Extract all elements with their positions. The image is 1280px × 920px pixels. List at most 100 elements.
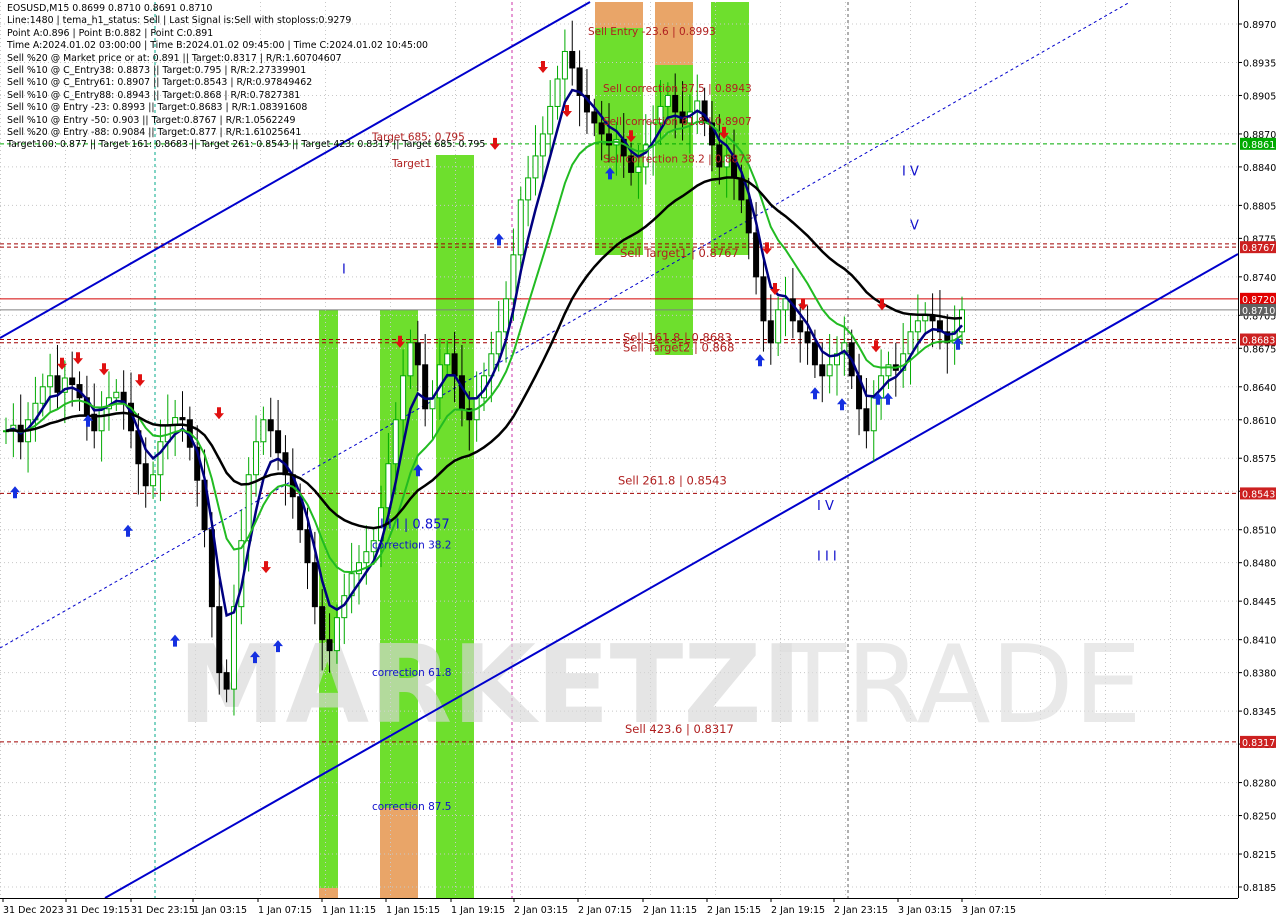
info-line: EOSUSD,M15 0.8699 0.8710 0.8691 0.8710: [7, 3, 213, 14]
y-tick-label: 0.8640: [1243, 383, 1276, 394]
green-zone: [711, 2, 749, 255]
y-tick-label: 0.8215: [1243, 850, 1276, 861]
x-tick-label: 2 Jan 07:15: [578, 905, 632, 916]
x-tick-label: 1 Jan 11:15: [322, 905, 376, 916]
zone-label: Sell correction 61.8 | 0.8907: [603, 116, 752, 128]
zone-label: correction 61.8: [372, 667, 451, 679]
candle-body: [863, 408, 870, 432]
candle-body: [495, 331, 502, 355]
candle-body: [444, 353, 451, 366]
candle-body: [525, 177, 532, 201]
candle-body: [436, 364, 443, 399]
y-tick-label: 0.8935: [1243, 58, 1276, 69]
candle-body: [451, 353, 458, 377]
up-arrow-icon: [810, 387, 820, 400]
ema-fast-line: [5, 88, 963, 618]
candle-body: [635, 166, 642, 173]
ema-long-line: [5, 176, 963, 530]
candle-body: [39, 386, 46, 404]
level-label: Sell 161.8 | 0.8683: [623, 331, 732, 345]
y-tick-label: 0.8410: [1243, 636, 1276, 647]
up-arrow-icon: [10, 486, 20, 499]
down-arrow-icon: [73, 352, 83, 365]
candle-body: [414, 342, 421, 366]
zone-label: correction 38.2: [372, 539, 451, 551]
y-tick-label: 0.8380: [1243, 669, 1276, 680]
candle-body: [532, 155, 539, 179]
info-line: Sell %10 @ C_Entry88: 0.8943 || Target:0…: [7, 89, 301, 101]
wave-label: I I I | 0.857: [380, 518, 450, 533]
y-tick-label: 0.8480: [1243, 559, 1276, 570]
wave-label: V: [910, 219, 919, 234]
candle-body: [569, 50, 576, 69]
candle-body: [819, 364, 826, 377]
candle-body: [407, 342, 414, 377]
info-line: Sell %10 @ Entry -50: 0.903 || Target:0.…: [7, 114, 296, 126]
y-tick-label: 0.8510: [1243, 526, 1276, 537]
down-arrow-icon: [490, 137, 500, 150]
y-tick-label: 0.8970: [1243, 20, 1276, 31]
candle-body: [672, 94, 679, 113]
candle-body: [539, 133, 546, 157]
candle-body: [113, 391, 120, 399]
moving-averages: [5, 88, 963, 618]
candle-body: [260, 419, 267, 443]
down-arrow-icon: [538, 60, 548, 73]
up-arrow-icon: [883, 392, 893, 405]
candle-body: [804, 331, 811, 344]
info-line: Time A:2024.01.02 03:00:00 | Time B:2024…: [7, 40, 428, 52]
info-line: Sell %10 @ C_Entry61: 0.8907 || Target:0…: [7, 77, 313, 89]
price-badge-label: 0.8710: [1242, 306, 1275, 317]
x-tick-label: 1 Jan 15:15: [386, 905, 440, 916]
candle-body: [554, 78, 561, 107]
x-tick-label: 2 Jan 11:15: [643, 905, 697, 916]
candle-body: [870, 397, 877, 432]
level-label: Sell 423.6 | 0.8317: [625, 722, 734, 736]
level-label: Sell Target1 | 0.8767: [620, 246, 739, 260]
candle-body: [157, 441, 164, 476]
candle-body: [797, 320, 804, 333]
down-arrow-icon: [214, 407, 224, 420]
info-line: Point A:0.896 | Point B:0.882 | Point C:…: [7, 27, 214, 39]
x-tick-label: 2 Jan 23:15: [834, 905, 888, 916]
wave-label: I I I: [817, 549, 837, 564]
candle-body: [811, 342, 818, 366]
candle-body: [385, 463, 392, 509]
candle-body: [400, 375, 407, 421]
candle-body: [275, 430, 282, 454]
candle-body: [591, 111, 598, 124]
y-tick-label: 0.8345: [1243, 707, 1276, 718]
candle-body: [922, 314, 929, 322]
down-arrow-icon: [135, 374, 145, 387]
y-tick-label: 0.8280: [1243, 779, 1276, 790]
candle-body: [606, 133, 613, 146]
up-arrow-icon: [123, 524, 133, 537]
candle-body: [267, 419, 274, 432]
x-tick-label: 31 Dec 19:15: [66, 905, 130, 916]
info-line: Line:1480 | tema_h1_status: Sell | Last …: [7, 15, 352, 27]
level-label: Sell 261.8 | 0.8543: [618, 474, 727, 488]
candle-body: [150, 474, 157, 487]
candle-body: [304, 529, 311, 564]
down-arrow-icon: [57, 357, 67, 370]
y-tick-label: 0.8250: [1243, 812, 1276, 823]
candle-body: [907, 331, 914, 355]
candle-body: [253, 441, 260, 476]
candle-body: [826, 364, 833, 377]
candle-body: [179, 417, 186, 421]
up-arrow-icon: [494, 233, 504, 246]
candle-body: [775, 309, 782, 344]
orange-zone: [319, 888, 338, 898]
down-arrow-icon: [99, 363, 109, 376]
zone-label: Target1: [391, 158, 431, 170]
candle-body: [326, 639, 333, 652]
candle-body: [664, 94, 671, 107]
candle-body: [311, 562, 318, 608]
candle-body: [561, 50, 568, 80]
y-tick-label: 0.8840: [1243, 163, 1276, 174]
candle-body: [503, 298, 510, 333]
candle-body: [753, 232, 760, 278]
price-badge-label: 0.8861: [1242, 140, 1275, 151]
candle-body: [738, 177, 745, 201]
x-tick-label: 2 Jan 19:15: [771, 905, 825, 916]
